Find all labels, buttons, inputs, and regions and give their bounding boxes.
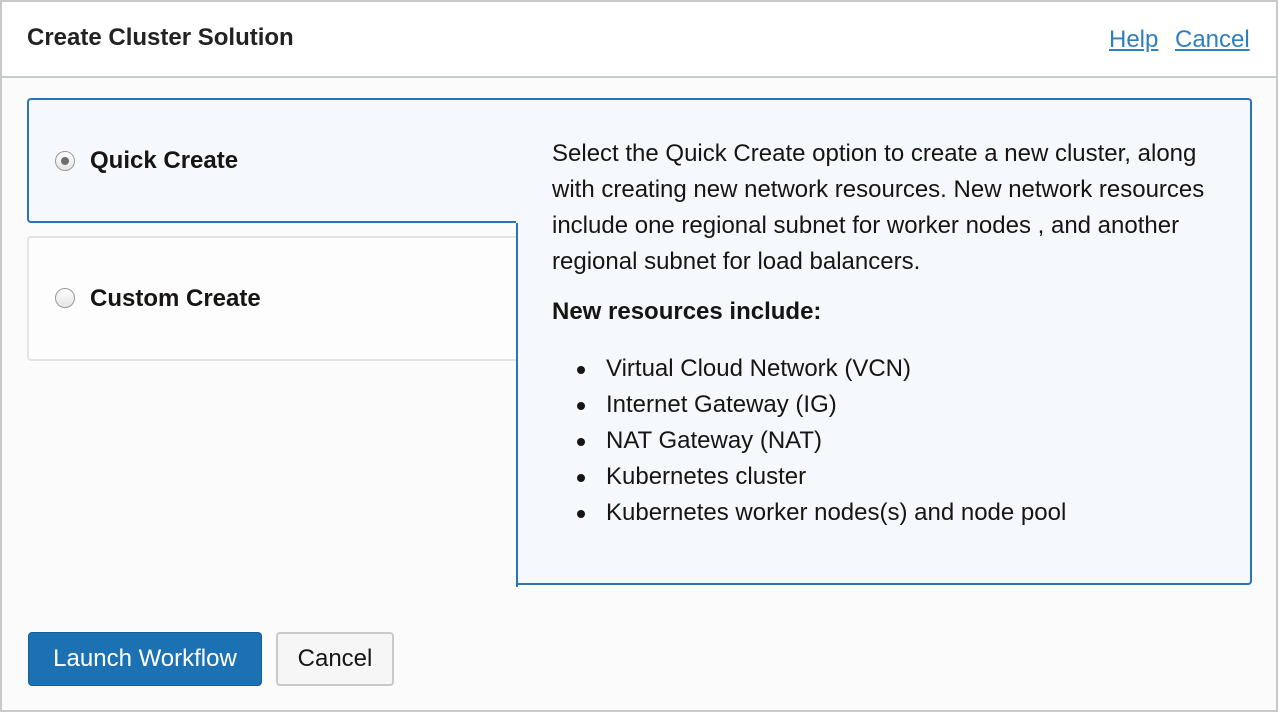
resources-list: Virtual Cloud Network (VCN) Internet Gat… [552,351,1066,531]
help-link[interactable]: Help [1109,26,1158,54]
option-description-text: Select the Quick Create option to create… [552,140,1205,275]
cancel-link[interactable]: Cancel [1175,26,1250,54]
resources-heading: New resources include: [552,298,822,325]
dialog-title: Create Cluster Solution [27,24,294,51]
dialog-header: Create Cluster Solution Help Cancel [2,2,1276,78]
custom-create-option[interactable]: Custom Create [27,236,517,361]
list-item: Internet Gateway (IG) [552,387,1066,423]
list-item: Kubernetes worker nodes(s) and node pool [552,495,1066,531]
list-item: NAT Gateway (NAT) [552,423,1066,459]
quick-create-option[interactable]: Quick Create [27,98,517,223]
quick-create-radio[interactable] [55,151,75,171]
custom-create-radio[interactable] [55,288,75,308]
cancel-button[interactable]: Cancel [276,632,394,686]
create-cluster-dialog: Create Cluster Solution Help Cancel Quic… [0,0,1278,712]
option-description-panel: Select the Quick Create option to create… [516,98,1252,587]
list-item: Virtual Cloud Network (VCN) [552,351,1066,387]
custom-create-label: Custom Create [90,285,261,312]
launch-workflow-button[interactable]: Launch Workflow [28,632,262,686]
quick-create-label: Quick Create [90,147,239,174]
list-item: Kubernetes cluster [552,459,1066,495]
